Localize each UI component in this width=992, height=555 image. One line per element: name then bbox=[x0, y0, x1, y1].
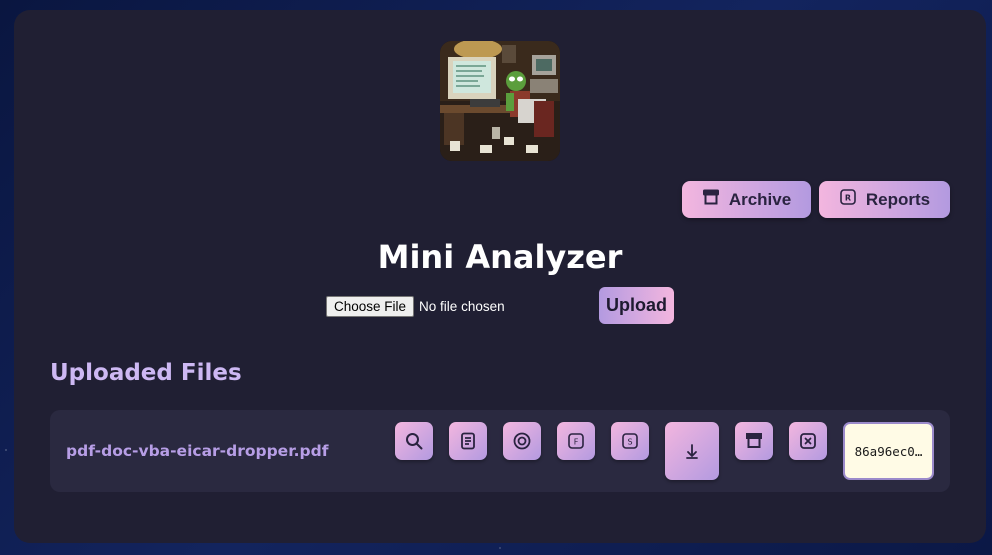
file-row: pdf-doc-vba-eicar-dropper.pdf F S 86a96e… bbox=[50, 410, 950, 492]
reports-icon: R bbox=[839, 188, 857, 211]
f-button[interactable]: F bbox=[557, 422, 595, 460]
app-logo bbox=[440, 41, 560, 161]
uploaded-files-heading: Uploaded Files bbox=[50, 360, 242, 386]
file-input[interactable]: Choose File No file chosen bbox=[326, 296, 505, 317]
svg-text:R: R bbox=[845, 194, 851, 203]
delete-icon bbox=[800, 433, 816, 449]
letter-f-icon: F bbox=[568, 433, 584, 449]
target-icon bbox=[513, 432, 531, 450]
file-status-text: No file chosen bbox=[419, 299, 505, 314]
s-button[interactable]: S bbox=[611, 422, 649, 460]
archive-icon bbox=[702, 188, 720, 211]
archive-icon bbox=[746, 433, 762, 448]
download-button[interactable] bbox=[665, 422, 719, 480]
document-icon bbox=[461, 432, 475, 450]
search-icon bbox=[406, 433, 423, 450]
page-title: Mini Analyzer bbox=[377, 238, 623, 276]
main-panel: Archive R Reports Mini Analyzer Choose F… bbox=[14, 10, 986, 543]
archive-button-label: Archive bbox=[728, 189, 792, 209]
delete-button[interactable] bbox=[789, 422, 827, 460]
svg-text:S: S bbox=[627, 438, 632, 447]
letter-s-icon: S bbox=[622, 433, 638, 449]
archive-file-button[interactable] bbox=[735, 422, 773, 460]
view-document-button[interactable] bbox=[449, 422, 487, 460]
file-hash[interactable]: 86a96ec0… bbox=[843, 422, 934, 480]
upload-button[interactable]: Upload bbox=[599, 287, 674, 324]
reports-button-label: Reports bbox=[865, 189, 931, 209]
analyze-button[interactable] bbox=[395, 422, 433, 460]
reports-button[interactable]: R Reports bbox=[819, 181, 950, 218]
file-name: pdf-doc-vba-eicar-dropper.pdf bbox=[66, 442, 329, 460]
target-button[interactable] bbox=[503, 422, 541, 460]
archive-button[interactable]: Archive bbox=[682, 181, 811, 218]
choose-file-button[interactable]: Choose File bbox=[326, 296, 415, 317]
svg-text:F: F bbox=[574, 438, 579, 447]
download-icon bbox=[686, 444, 698, 459]
